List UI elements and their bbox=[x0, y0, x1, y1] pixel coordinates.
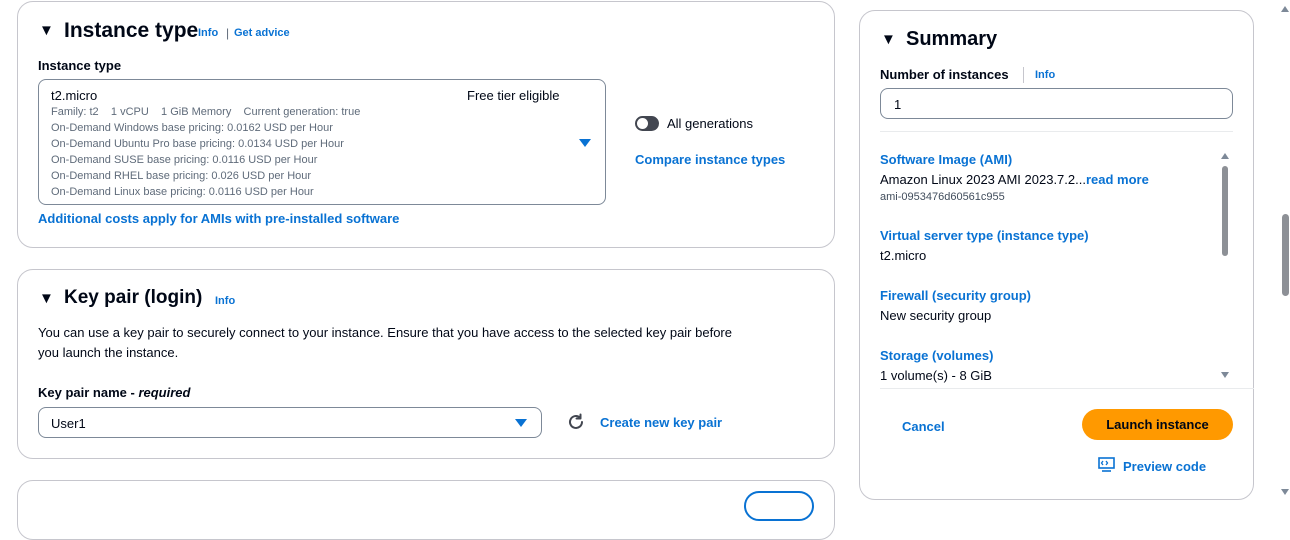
divider bbox=[880, 388, 1254, 389]
info-link[interactable]: Info bbox=[198, 27, 218, 39]
instance-type-title: Instance type bbox=[64, 19, 199, 42]
additional-costs-link[interactable]: Additional costs apply for AMIs with pre… bbox=[38, 211, 399, 226]
preview-code-link[interactable]: Preview code bbox=[1123, 459, 1206, 474]
key-pair-description: you launch the instance. bbox=[38, 345, 179, 360]
pricing-line: On-Demand Ubuntu Pro base pricing: 0.013… bbox=[51, 138, 344, 150]
scroll-up-arrow-icon[interactable] bbox=[1221, 153, 1229, 159]
get-advice-link[interactable]: Get advice bbox=[234, 27, 290, 39]
summary-title: Summary bbox=[906, 28, 998, 50]
family-line: Family: t2 1 vCPU 1 GiB Memory Current g… bbox=[51, 106, 361, 118]
instance-type-summary-link[interactable]: Virtual server type (instance type) bbox=[880, 228, 1089, 243]
instance-name: t2.micro bbox=[51, 88, 98, 103]
summary-scrollbar-thumb[interactable] bbox=[1222, 166, 1228, 256]
cancel-button[interactable]: Cancel bbox=[902, 419, 945, 434]
edit-button[interactable] bbox=[744, 491, 814, 521]
chevron-down-icon bbox=[515, 419, 527, 427]
compare-instance-types-link[interactable]: Compare instance types bbox=[635, 152, 785, 167]
all-generations-toggle[interactable] bbox=[635, 116, 659, 131]
pricing-line: On-Demand RHEL base pricing: 0.026 USD p… bbox=[51, 170, 312, 182]
ami-value: Amazon Linux 2023 AMI 2023.7.2...read mo… bbox=[880, 172, 1149, 187]
storage-summary-link[interactable]: Storage (volumes) bbox=[880, 348, 993, 363]
key-pair-panel: ▼ Key pair (login) Info You can use a ke… bbox=[17, 269, 835, 459]
pricing-line: On-Demand SUSE base pricing: 0.0116 USD … bbox=[51, 154, 318, 166]
collapse-caret-icon[interactable]: ▼ bbox=[39, 290, 54, 307]
divider bbox=[1023, 67, 1024, 83]
refresh-icon[interactable] bbox=[567, 413, 585, 431]
ami-label-link[interactable]: Software Image (AMI) bbox=[880, 152, 1012, 167]
page-scroll-down-icon[interactable] bbox=[1281, 489, 1289, 495]
scroll-down-arrow-icon[interactable] bbox=[1221, 372, 1229, 378]
chevron-down-icon bbox=[579, 139, 591, 147]
key-pair-value: User1 bbox=[51, 416, 86, 431]
page-scrollbar-thumb[interactable] bbox=[1282, 214, 1289, 296]
storage-summary-value: 1 volume(s) - 8 GiB bbox=[880, 368, 992, 383]
all-generations-label: All generations bbox=[667, 116, 753, 131]
read-more-link[interactable]: read more bbox=[1086, 172, 1149, 187]
network-settings-panel bbox=[17, 480, 835, 540]
instance-type-label: Instance type bbox=[38, 58, 122, 73]
required-indicator: required bbox=[138, 385, 191, 400]
key-pair-description: You can use a key pair to securely conne… bbox=[38, 325, 732, 340]
info-link[interactable]: Info bbox=[215, 295, 235, 307]
key-pair-select[interactable]: User1 bbox=[38, 407, 542, 438]
launch-instance-button[interactable]: Launch instance bbox=[1082, 409, 1233, 440]
firewall-summary-value: New security group bbox=[880, 308, 992, 323]
free-tier-badge: Free tier eligible bbox=[467, 88, 560, 103]
summary-panel: ▼ Summary Number of instances Info 1 Sof… bbox=[859, 10, 1254, 500]
instance-type-summary-value: t2.micro bbox=[880, 248, 927, 263]
num-instances-value: 1 bbox=[894, 97, 902, 112]
divider bbox=[880, 131, 1233, 132]
info-link[interactable]: Info bbox=[1035, 69, 1055, 81]
ami-id: ami-0953476d60561c955 bbox=[880, 191, 1005, 203]
num-instances-label: Number of instances bbox=[880, 67, 1009, 82]
create-key-pair-link[interactable]: Create new key pair bbox=[600, 415, 722, 430]
key-pair-title: Key pair (login) bbox=[64, 287, 203, 308]
separator: | bbox=[226, 26, 230, 40]
collapse-caret-icon[interactable]: ▼ bbox=[39, 22, 54, 39]
instance-type-select[interactable]: t2.micro Free tier eligible Family: t2 1… bbox=[38, 79, 606, 205]
firewall-summary-link[interactable]: Firewall (security group) bbox=[880, 288, 1031, 303]
code-preview-icon bbox=[1098, 457, 1115, 472]
instance-type-panel: ▼ Instance type Info | Get advice Instan… bbox=[17, 1, 835, 248]
collapse-caret-icon[interactable]: ▼ bbox=[881, 31, 896, 48]
num-instances-input[interactable]: 1 bbox=[880, 88, 1233, 119]
key-pair-name-label: Key pair name - required bbox=[38, 385, 191, 400]
pricing-line: On-Demand Linux base pricing: 0.0116 USD… bbox=[51, 186, 314, 198]
pricing-line: On-Demand Windows base pricing: 0.0162 U… bbox=[51, 122, 333, 134]
page-scroll-up-icon[interactable] bbox=[1281, 6, 1289, 12]
